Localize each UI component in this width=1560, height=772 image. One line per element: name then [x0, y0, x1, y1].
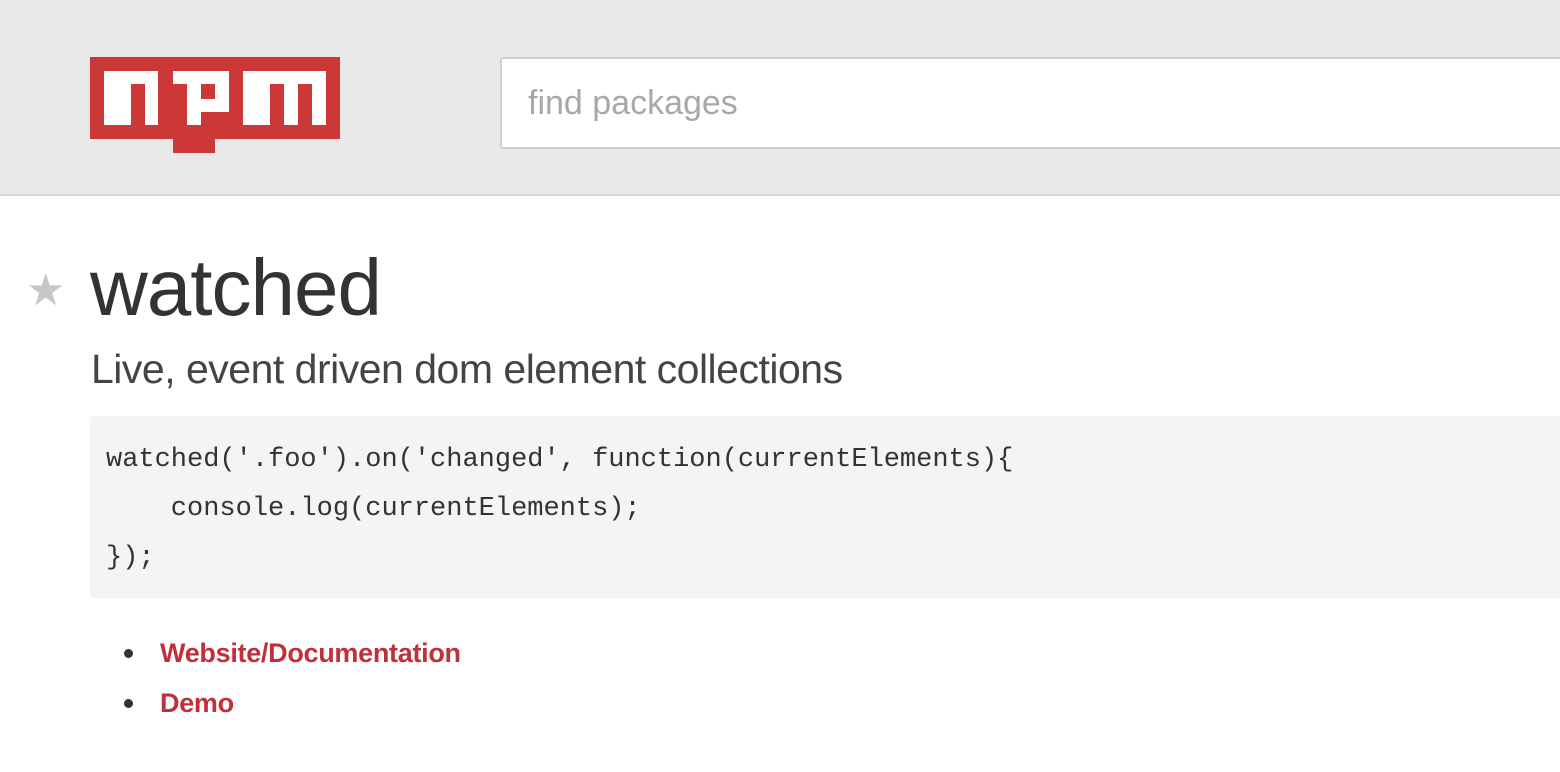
bullet-icon — [124, 699, 133, 708]
list-item: Demo — [124, 678, 461, 728]
npm-logo-icon — [90, 57, 340, 153]
list-item: Website/Documentation — [124, 628, 461, 678]
link-list: Website/Documentation Demo — [124, 628, 461, 728]
bullet-icon — [124, 649, 133, 658]
website-documentation-link[interactable]: Website/Documentation — [160, 638, 461, 668]
code-line: }); — [106, 543, 155, 573]
package-name: watched — [90, 243, 382, 332]
search-input[interactable] — [500, 57, 1560, 149]
package-description: Live, event driven dom element collectio… — [91, 346, 843, 392]
star-icon[interactable]: ★ — [26, 266, 65, 316]
code-block: watched('.foo').on('changed', function(c… — [90, 416, 1560, 598]
demo-link[interactable]: Demo — [160, 688, 234, 718]
code-line: console.log(currentElements); — [106, 494, 641, 524]
code-line: watched('.foo').on('changed', function(c… — [106, 445, 1014, 475]
site-header — [0, 0, 1560, 196]
npm-logo[interactable] — [90, 57, 340, 153]
